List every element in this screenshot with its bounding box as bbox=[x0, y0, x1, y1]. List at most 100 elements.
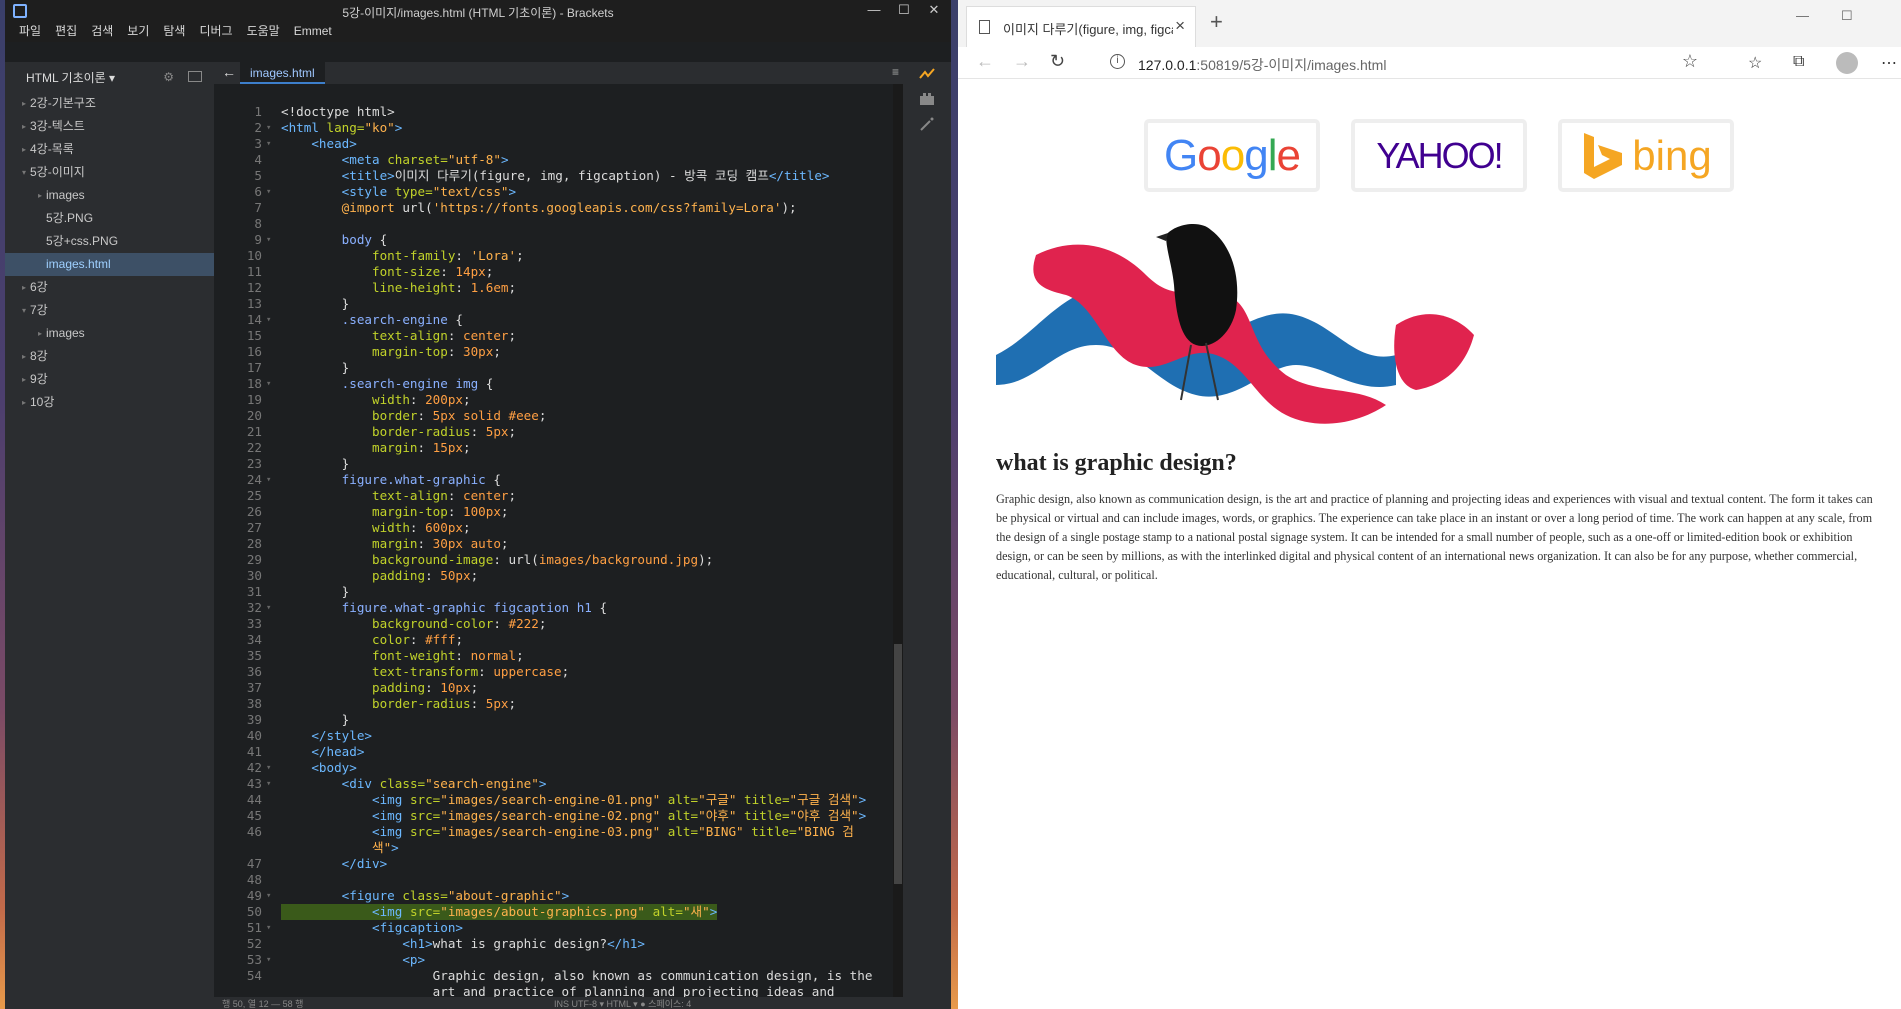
code-line[interactable]: 9 ▾ body { bbox=[214, 232, 903, 248]
code-line[interactable]: 54 Graphic design, also known as communi… bbox=[214, 968, 903, 984]
tree-item[interactable]: images.html bbox=[5, 253, 214, 276]
code-line[interactable]: 25 text-align: center; bbox=[214, 488, 903, 504]
disclosure-icon[interactable]: ▸ bbox=[22, 345, 26, 368]
disclosure-icon[interactable]: ▸ bbox=[22, 368, 26, 391]
favorites-icon[interactable]: ☆ bbox=[1748, 53, 1762, 73]
tab-images-html[interactable]: images.html bbox=[240, 62, 325, 84]
favorite-star-icon[interactable]: ☆ bbox=[1682, 51, 1698, 72]
menu-item-7[interactable]: Emmet bbox=[294, 22, 332, 42]
code-line[interactable]: 색"> bbox=[214, 840, 903, 856]
code-line[interactable]: 14 ▾ .search-engine { bbox=[214, 312, 903, 328]
code-line[interactable]: 24 ▾ figure.what-graphic { bbox=[214, 472, 903, 488]
code-line[interactable]: 20 border: 5px solid #eee; bbox=[214, 408, 903, 424]
disclosure-icon[interactable]: ▾ bbox=[22, 161, 26, 184]
code-line[interactable]: 52 <h1>what is graphic design?</h1> bbox=[214, 936, 903, 952]
tree-item[interactable]: ▸ images bbox=[5, 184, 214, 207]
code-line[interactable]: 34 color: #fff; bbox=[214, 632, 903, 648]
fold-icon[interactable]: ▾ bbox=[266, 920, 271, 936]
code-line[interactable]: 23 } bbox=[214, 456, 903, 472]
refresh-icon[interactable]: ↻ bbox=[1050, 51, 1065, 72]
code-line[interactable]: 18 ▾ .search-engine img { bbox=[214, 376, 903, 392]
new-tab-icon[interactable]: + bbox=[1210, 9, 1223, 35]
fold-icon[interactable]: ▾ bbox=[266, 888, 271, 904]
avatar[interactable] bbox=[1836, 52, 1858, 74]
fold-icon[interactable]: ▾ bbox=[266, 232, 271, 248]
close-tab-icon[interactable]: × bbox=[1175, 16, 1185, 36]
code-line[interactable]: 30 padding: 50px; bbox=[214, 568, 903, 584]
disclosure-icon[interactable]: ▸ bbox=[22, 276, 26, 299]
tree-item[interactable]: ▸ images bbox=[5, 322, 214, 345]
info-icon[interactable]: i bbox=[1110, 54, 1125, 69]
code-line[interactable]: 45 <img src="images/search-engine-02.png… bbox=[214, 808, 903, 824]
fold-icon[interactable]: ▾ bbox=[266, 472, 271, 488]
fold-icon[interactable]: ▾ bbox=[266, 376, 271, 392]
live-preview-icon[interactable] bbox=[919, 67, 935, 81]
code-line[interactable]: 1 <!doctype html> bbox=[214, 104, 903, 120]
disclosure-icon[interactable]: ▸ bbox=[38, 184, 42, 207]
fold-icon[interactable]: ▾ bbox=[266, 184, 271, 200]
code-area[interactable]: 1 <!doctype html> 2 ▾ <html lang="ko"> 3 ▾ <he… bbox=[214, 104, 903, 1009]
menu-item-3[interactable]: 보기 bbox=[127, 22, 149, 42]
editor-scrollbar[interactable] bbox=[893, 84, 903, 1009]
menu-item-2[interactable]: 검색 bbox=[91, 22, 113, 42]
tree-item[interactable]: 5강+css.PNG bbox=[5, 230, 214, 253]
code-line[interactable]: 49 ▾ <figure class="about-graphic"> bbox=[214, 888, 903, 904]
code-line[interactable]: 53 ▾ <p> bbox=[214, 952, 903, 968]
disclosure-icon[interactable]: ▸ bbox=[22, 138, 26, 161]
menu-item-4[interactable]: 탐색 bbox=[163, 22, 185, 42]
fold-icon[interactable]: ▾ bbox=[266, 600, 271, 616]
code-line[interactable]: 5 <title>이미지 다루기(figure, img, figcaption… bbox=[214, 168, 903, 184]
code-line[interactable]: 46 <img src="images/search-engine-03.png… bbox=[214, 824, 903, 840]
project-header[interactable]: HTML 기초이론 ▾ ⚙ bbox=[5, 62, 214, 92]
back-arrow-icon[interactable]: ← bbox=[222, 64, 236, 80]
code-line[interactable]: 22 margin: 15px; bbox=[214, 440, 903, 456]
menu-item-0[interactable]: 파일 bbox=[19, 22, 41, 42]
code-line[interactable]: 47 </div> bbox=[214, 856, 903, 872]
bing-search-engine-image[interactable]: bing bbox=[1558, 119, 1734, 192]
tree-item[interactable]: ▸ 2강-기본구조 bbox=[5, 92, 214, 115]
code-line[interactable]: 39 } bbox=[214, 712, 903, 728]
extension-manager-icon[interactable] bbox=[919, 92, 935, 106]
code-line[interactable]: 2 ▾ <html lang="ko"> bbox=[214, 120, 903, 136]
disclosure-icon[interactable]: ▸ bbox=[38, 322, 42, 345]
yahoo-search-engine-image[interactable]: YAHOO! bbox=[1351, 119, 1527, 192]
fold-icon[interactable]: ▾ bbox=[266, 952, 271, 968]
code-line[interactable]: 31 } bbox=[214, 584, 903, 600]
disclosure-icon[interactable]: ▸ bbox=[22, 115, 26, 138]
magic-wand-icon[interactable] bbox=[919, 117, 935, 131]
tree-item[interactable]: ▸ 10강 bbox=[5, 391, 214, 414]
code-line[interactable]: 41 </head> bbox=[214, 744, 903, 760]
tree-item[interactable]: ▾ 5강-이미지 bbox=[5, 161, 214, 184]
code-line[interactable]: 4 <meta charset="utf-8"> bbox=[214, 152, 903, 168]
code-line[interactable]: 7 @import url('https://fonts.googleapis.… bbox=[214, 200, 903, 216]
fold-icon[interactable]: ▾ bbox=[266, 776, 271, 792]
code-line[interactable]: 6 ▾ <style type="text/css"> bbox=[214, 184, 903, 200]
gear-icon[interactable]: ⚙ bbox=[163, 70, 174, 84]
code-line[interactable]: 35 font-weight: normal; bbox=[214, 648, 903, 664]
menu-item-6[interactable]: 도움말 bbox=[247, 22, 280, 42]
code-line[interactable]: 51 ▾ <figcaption> bbox=[214, 920, 903, 936]
url-text[interactable]: 127.0.0.1:50819/5강-이미지/images.html bbox=[1138, 55, 1386, 75]
address-bar[interactable]: i 127.0.0.1:50819/5강-이미지/images.html ☆ bbox=[1098, 48, 1704, 78]
google-search-engine-image[interactable]: Google bbox=[1144, 119, 1320, 192]
code-line[interactable]: 10 font-family: 'Lora'; bbox=[214, 248, 903, 264]
code-line[interactable]: 38 border-radius: 5px; bbox=[214, 696, 903, 712]
hamburger-icon[interactable]: ≡ bbox=[892, 65, 899, 79]
code-line[interactable]: 29 background-image: url(images/backgrou… bbox=[214, 552, 903, 568]
disclosure-icon[interactable]: ▾ bbox=[22, 299, 26, 322]
collections-icon[interactable]: ⧉ bbox=[1793, 53, 1804, 71]
code-line[interactable]: 13 } bbox=[214, 296, 903, 312]
code-line[interactable]: 26 margin-top: 100px; bbox=[214, 504, 903, 520]
maximize-icon[interactable]: ☐ bbox=[1841, 8, 1853, 24]
code-line[interactable]: 12 line-height: 1.6em; bbox=[214, 280, 903, 296]
tree-item[interactable]: ▸ 6강 bbox=[5, 276, 214, 299]
fold-icon[interactable]: ▾ bbox=[266, 120, 271, 136]
code-line[interactable]: 33 background-color: #222; bbox=[214, 616, 903, 632]
fold-icon[interactable]: ▾ bbox=[266, 312, 271, 328]
tree-item[interactable]: ▸ 4강-목록 bbox=[5, 138, 214, 161]
code-line[interactable]: 42 ▾ <body> bbox=[214, 760, 903, 776]
code-line[interactable]: 28 margin: 30px auto; bbox=[214, 536, 903, 552]
code-line[interactable]: 43 ▾ <div class="search-engine"> bbox=[214, 776, 903, 792]
disclosure-icon[interactable]: ▸ bbox=[22, 92, 26, 115]
code-line[interactable]: 3 ▾ <head> bbox=[214, 136, 903, 152]
